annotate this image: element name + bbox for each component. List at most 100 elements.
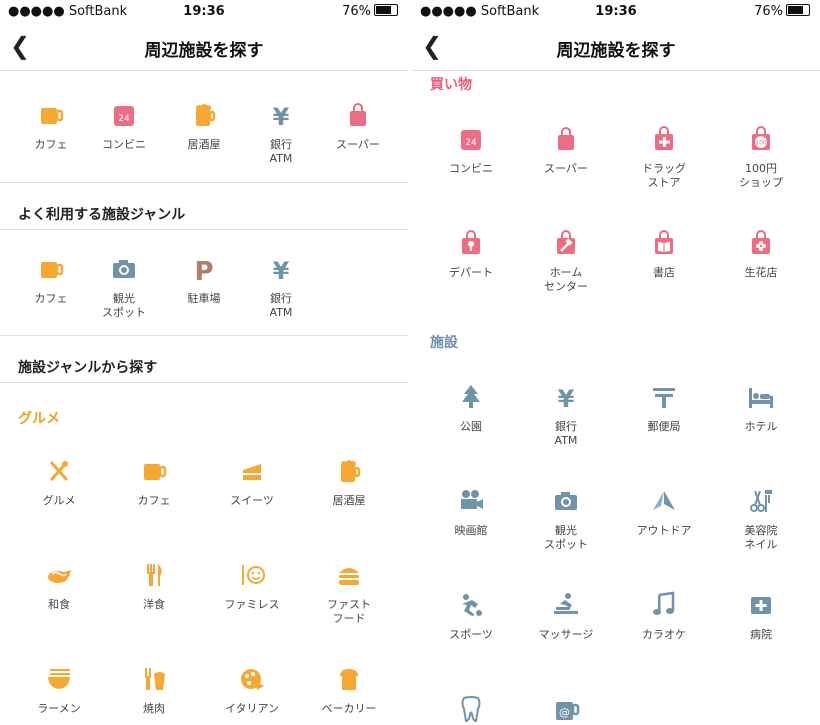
facility-title: 施設 — [430, 335, 458, 351]
genre-tile-camera[interactable]: 観光 スポット — [526, 486, 606, 552]
conveni-icon: 24 — [84, 100, 164, 130]
left-screen: ●●●●● SoftBank 19:36 76% ❮ 周辺施設を探す カフェ 24… — [0, 0, 408, 725]
genre-tile-drug[interactable]: ドラッグ ストア — [624, 124, 704, 190]
genre-tile-bank[interactable]: ¥ 銀行 ATM — [526, 382, 606, 448]
genre-tile-conveni[interactable]: 24 コンビニ — [431, 124, 511, 176]
nav-bar: ❮ 周辺施設を探す — [0, 22, 408, 71]
genre-tile-izakaya[interactable]: 居酒屋 — [164, 100, 244, 152]
genre-tile-super[interactable]: スーパー — [526, 124, 606, 176]
genre-tile-hospital[interactable]: 病院 — [721, 590, 801, 642]
genre-tile-outdoor[interactable]: アウトドア — [624, 486, 704, 538]
yakiniku-icon — [114, 664, 194, 694]
genre-tile-netcafe[interactable]: @ — [526, 694, 606, 725]
netcafe-icon: @ — [526, 694, 606, 724]
genre-label: 居酒屋 — [187, 138, 221, 151]
genre-label: ホテル — [744, 420, 778, 433]
genre-tile-bank[interactable]: ¥ 銀行 ATM — [241, 100, 321, 166]
genre-tile-yakiniku[interactable]: 焼肉 — [114, 664, 194, 716]
genre-tile-washoku[interactable]: 和食 — [19, 560, 99, 612]
genre-tile-izakaya[interactable]: 居酒屋 — [309, 456, 389, 508]
genre-tile-flower[interactable]: 生花店 — [721, 228, 801, 280]
salon-icon — [721, 486, 801, 516]
izakaya-icon — [164, 100, 244, 130]
genre-label: 和食 — [48, 598, 70, 611]
genre-label: コンビニ — [102, 138, 146, 151]
genre-tile-book[interactable]: 書店 — [624, 228, 704, 280]
page-title: 周辺施設を探す — [556, 41, 676, 61]
genre-label: 銀行 ATM — [269, 292, 293, 319]
ramen-icon — [19, 664, 99, 694]
genre-label: カフェ — [34, 138, 68, 151]
genre-label: 観光 スポット — [102, 292, 146, 319]
drug-icon — [624, 124, 704, 154]
outdoor-icon — [624, 486, 704, 516]
genre-tile-burger[interactable]: ファスト フード — [309, 560, 389, 626]
genre-tile-cafe[interactable]: カフェ — [114, 456, 194, 508]
genre-tile-famires[interactable]: ファミレス — [212, 560, 292, 612]
park-icon — [431, 382, 511, 412]
shopping-title: 買い物 — [430, 77, 472, 93]
cafe-icon — [114, 456, 194, 486]
genre-tile-cafe[interactable]: カフェ — [11, 254, 91, 306]
genre-tile-sweets[interactable]: スイーツ — [212, 456, 292, 508]
genre-tile-massage[interactable]: マッサージ — [526, 590, 606, 642]
genre-tile-hundred[interactable]: 100 100円 ショップ — [721, 124, 801, 190]
genre-tile-homecenter[interactable]: ホーム センター — [526, 228, 606, 294]
super-icon — [318, 100, 398, 130]
svg-text:¥: ¥ — [558, 385, 575, 412]
bank-icon: ¥ — [241, 254, 321, 284]
parking-icon: P — [164, 254, 244, 284]
svg-text:P: P — [194, 257, 213, 284]
gourmet-icon — [19, 456, 99, 486]
super-icon — [526, 124, 606, 154]
depart-icon — [431, 228, 511, 258]
cafe-icon — [11, 100, 91, 130]
genre-tile-depart[interactable]: デパート — [431, 228, 511, 280]
genre-label: スーパー — [544, 162, 588, 175]
genre-tile-italian[interactable]: イタリアン — [212, 664, 292, 716]
genre-tile-yoshoku[interactable]: 洋食 — [114, 560, 194, 612]
genre-tile-post[interactable]: 郵便局 — [624, 382, 704, 434]
genre-search-title: 施設ジャンルから探す — [18, 360, 158, 376]
status-right: 76% — [342, 4, 398, 19]
battery-percent: 76% — [342, 4, 371, 19]
genre-tile-sports[interactable]: スポーツ — [431, 590, 511, 642]
genre-tile-karaoke[interactable]: カラオケ — [624, 590, 704, 642]
genre-label: 生花店 — [744, 266, 778, 279]
genre-label: ホーム センター — [544, 266, 588, 293]
genre-label: 銀行 ATM — [269, 138, 293, 165]
genre-label: 公園 — [460, 420, 482, 433]
washoku-icon — [19, 560, 99, 590]
genre-label: ドラッグ ストア — [642, 162, 686, 189]
genre-tile-camera[interactable]: 観光 スポット — [84, 254, 164, 320]
svg-text:¥: ¥ — [273, 257, 290, 284]
genre-tile-salon[interactable]: 美容院 ネイル — [721, 486, 801, 552]
genre-tile-super[interactable]: スーパー — [318, 100, 398, 152]
book-icon — [624, 228, 704, 258]
genre-label: ベーカリー — [321, 702, 377, 715]
genre-tile-cafe[interactable]: カフェ — [11, 100, 91, 152]
genre-label: スポーツ — [449, 628, 493, 641]
genre-label: スーパー — [336, 138, 380, 151]
genre-tile-ramen[interactable]: ラーメン — [19, 664, 99, 716]
genre-tile-bakery[interactable]: ベーカリー — [309, 664, 389, 716]
post-icon — [624, 382, 704, 412]
famires-icon — [212, 560, 292, 590]
camera-icon — [84, 254, 164, 284]
genre-tile-park[interactable]: 公園 — [431, 382, 511, 434]
genre-label: 駐車場 — [187, 292, 221, 305]
genre-label: 居酒屋 — [332, 494, 366, 507]
hotel-icon — [721, 382, 801, 412]
genre-tile-parking[interactable]: P 駐車場 — [164, 254, 244, 306]
burger-icon — [309, 560, 389, 590]
genre-tile-gourmet[interactable]: グルメ — [19, 456, 99, 508]
status-right: 76% — [754, 4, 810, 19]
genre-tile-cinema[interactable]: 映画館 — [431, 486, 511, 538]
svg-text:24: 24 — [465, 138, 477, 148]
genre-label: デパート — [449, 266, 493, 279]
genre-tile-dental[interactable] — [431, 694, 511, 725]
genre-tile-bank[interactable]: ¥ 銀行 ATM — [241, 254, 321, 320]
genre-tile-hotel[interactable]: ホテル — [721, 382, 801, 434]
genre-tile-conveni[interactable]: 24 コンビニ — [84, 100, 164, 152]
bakery-icon — [309, 664, 389, 694]
